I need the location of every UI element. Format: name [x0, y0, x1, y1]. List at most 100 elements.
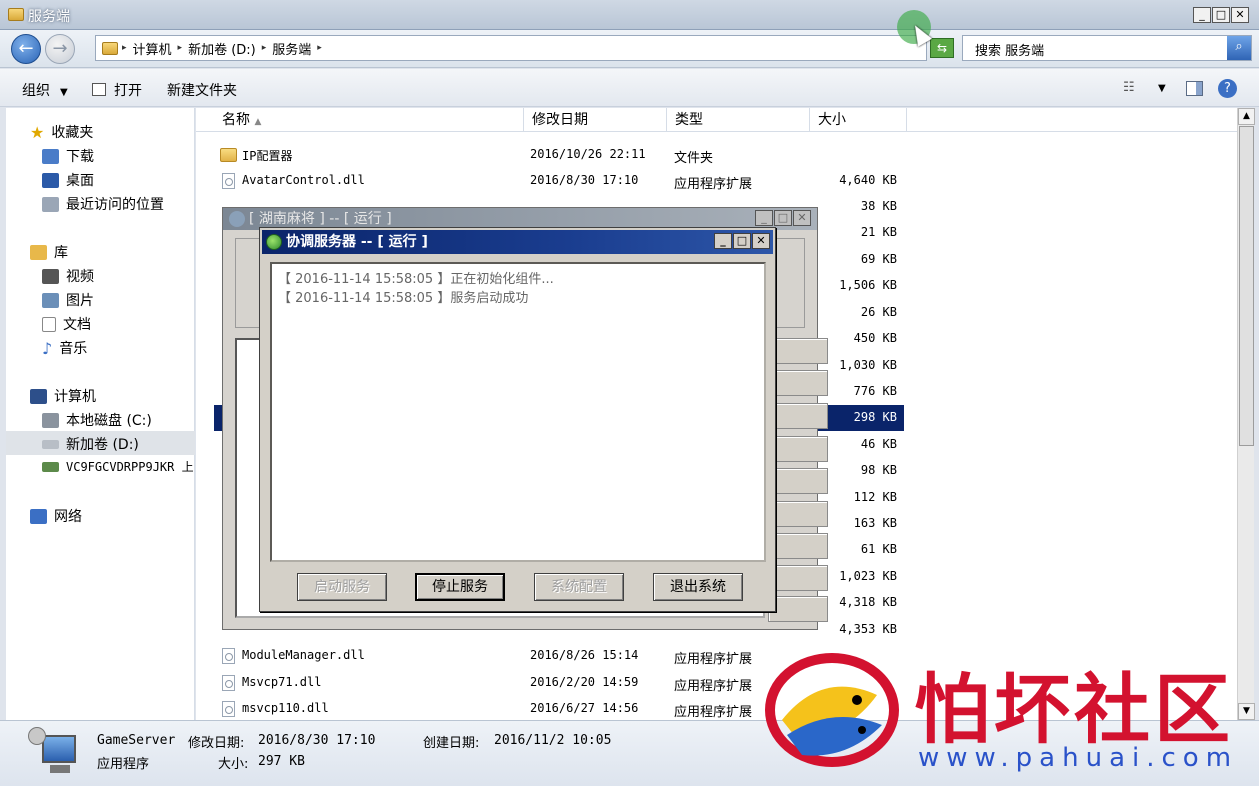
- scroll-thumb[interactable]: [1239, 126, 1254, 446]
- forward-button[interactable]: →: [45, 34, 75, 64]
- nav-recent[interactable]: 最近访问的位置: [42, 194, 164, 214]
- minimize-button[interactable]: _: [755, 210, 773, 226]
- nav-computer-label: 计算机: [54, 389, 96, 405]
- nav-libraries[interactable]: 库: [30, 242, 68, 262]
- breadcrumb-item-computer[interactable]: 计算机: [133, 39, 172, 58]
- nav-videos[interactable]: 视频: [42, 266, 94, 286]
- preview-pane-icon[interactable]: [1186, 81, 1203, 96]
- log-line: 【 2016-11-14 15:58:05 】服务启动成功: [278, 291, 529, 306]
- details-modified-label: 修改日期:: [188, 736, 245, 751]
- recent-places-icon: [42, 196, 59, 212]
- background-button[interactable]: [768, 436, 828, 462]
- nav-music[interactable]: ♪ 音乐: [42, 338, 87, 358]
- open-icon: [92, 83, 106, 96]
- file-size: 26 KB: [860, 305, 897, 319]
- refresh-button[interactable]: ⇆: [930, 38, 954, 58]
- nav-downloads-label: 下载: [66, 149, 94, 165]
- dll-file-icon: [222, 701, 235, 717]
- column-date[interactable]: 修改日期: [524, 108, 667, 132]
- file-date: 2016/8/30 17:10: [530, 173, 639, 187]
- sort-up-icon: ▲: [254, 117, 262, 127]
- search-input[interactable]: 搜索 服务端 ⌕: [962, 35, 1252, 61]
- background-button[interactable]: [768, 468, 828, 494]
- file-name: ModuleManager.dll: [242, 648, 365, 662]
- breadcrumb-item-folder[interactable]: 服务端: [272, 39, 311, 58]
- details-file-name: GameServer: [97, 733, 176, 748]
- chevron-right-icon[interactable]: ▸: [178, 43, 183, 53]
- details-created-value: 2016/11/2 10:05: [494, 733, 612, 748]
- nav-desktop-label: 桌面: [66, 173, 94, 189]
- close-button[interactable]: ✕: [793, 210, 811, 226]
- system-config-button[interactable]: 系统配置: [534, 573, 624, 601]
- nav-desktop[interactable]: 桌面: [42, 170, 94, 190]
- file-size: 69 KB: [860, 252, 897, 266]
- scroll-down-arrow[interactable]: ▼: [1238, 703, 1255, 720]
- background-button[interactable]: [768, 596, 828, 622]
- chevron-down-icon[interactable]: ▼: [1158, 83, 1166, 94]
- new-folder-button[interactable]: 新建文件夹: [167, 80, 237, 100]
- file-name: IP配置器: [242, 149, 293, 163]
- back-button[interactable]: ←: [11, 34, 41, 64]
- chevron-right-icon[interactable]: ▸: [317, 43, 322, 53]
- library-icon: [30, 244, 47, 260]
- close-button[interactable]: ✕: [1231, 7, 1249, 23]
- file-row[interactable]: IP配置器 2016/10/26 22:11 文件夹: [196, 142, 1237, 168]
- breadcrumb[interactable]: ▸ 计算机 ▸ 新加卷 (D:) ▸ 服务端 ▸: [95, 35, 927, 61]
- minimize-button[interactable]: _: [1193, 7, 1211, 23]
- view-options-icon[interactable]: ☷: [1123, 80, 1135, 95]
- column-type[interactable]: 类型: [667, 108, 810, 132]
- maximize-button[interactable]: □: [733, 233, 751, 249]
- file-name: Msvcp71.dll: [242, 675, 322, 689]
- minimize-button[interactable]: _: [714, 233, 732, 249]
- breadcrumb-item-drive[interactable]: 新加卷 (D:): [188, 39, 256, 58]
- background-button[interactable]: [768, 338, 828, 364]
- nav-pictures[interactable]: 图片: [42, 290, 94, 310]
- search-icon[interactable]: ⌕: [1227, 36, 1251, 60]
- nav-drive-d-label: 新加卷 (D:): [66, 437, 139, 453]
- background-button[interactable]: [768, 403, 828, 429]
- nav-network-label: 网络: [54, 509, 82, 525]
- vertical-scrollbar[interactable]: ▲ ▼: [1237, 108, 1255, 720]
- background-button[interactable]: [768, 370, 828, 396]
- column-name[interactable]: 名称 ▲: [214, 108, 524, 132]
- background-button[interactable]: [768, 533, 828, 559]
- file-row[interactable]: AvatarControl.dll 2016/8/30 17:10 应用程序扩展…: [196, 168, 1237, 194]
- background-button[interactable]: [768, 565, 828, 591]
- start-service-button[interactable]: 启动服务: [297, 573, 387, 601]
- column-size[interactable]: 大小: [810, 108, 907, 132]
- chevron-right-icon[interactable]: ▸: [262, 43, 267, 53]
- organize-label: 组织: [22, 83, 50, 99]
- maximize-button[interactable]: □: [1212, 7, 1230, 23]
- open-button[interactable]: 打开: [92, 80, 142, 100]
- nav-favorites[interactable]: ★ 收藏夹: [30, 122, 93, 142]
- file-type: 应用程序扩展: [674, 705, 753, 720]
- stop-service-button[interactable]: 停止服务: [415, 573, 505, 601]
- nav-pictures-label: 图片: [66, 293, 94, 309]
- details-created-label: 创建日期:: [423, 736, 480, 751]
- application-icon: [28, 727, 82, 779]
- drive-icon: [42, 439, 59, 449]
- maximize-button[interactable]: □: [774, 210, 792, 226]
- drive-icon: [42, 412, 59, 428]
- nav-downloads[interactable]: 下载: [42, 146, 94, 166]
- organize-menu[interactable]: 组织 ▼: [22, 80, 68, 100]
- background-button[interactable]: [768, 501, 828, 527]
- file-size: 1,506 KB: [839, 278, 897, 292]
- folder-icon: [8, 8, 24, 21]
- coordinator-server-dialog[interactable]: 协调服务器 -- [ 运行 ] _ □ ✕ 【 2016-11-14 15:58…: [259, 227, 776, 612]
- nav-drive-c[interactable]: 本地磁盘 (C:): [42, 410, 152, 430]
- nav-network[interactable]: 网络: [30, 506, 82, 526]
- folder-icon: [220, 148, 237, 162]
- nav-computer[interactable]: 计算机: [30, 386, 96, 406]
- nav-documents[interactable]: 文档: [42, 314, 91, 334]
- nav-drive-d[interactable]: 新加卷 (D:): [42, 434, 139, 454]
- nav-network-drive[interactable]: VC9FGCVDRPP9JKR 上: [42, 458, 194, 475]
- help-icon[interactable]: ?: [1218, 79, 1237, 98]
- chevron-right-icon[interactable]: ▸: [122, 43, 127, 53]
- close-button[interactable]: ✕: [752, 233, 770, 249]
- file-date: 2016/8/26 15:14: [530, 648, 639, 662]
- log-output[interactable]: 【 2016-11-14 15:58:05 】正在初始化组件... 【 2016…: [270, 262, 766, 562]
- scroll-up-arrow[interactable]: ▲: [1238, 108, 1255, 125]
- nav-recent-label: 最近访问的位置: [66, 197, 164, 213]
- exit-system-button[interactable]: 退出系统: [653, 573, 743, 601]
